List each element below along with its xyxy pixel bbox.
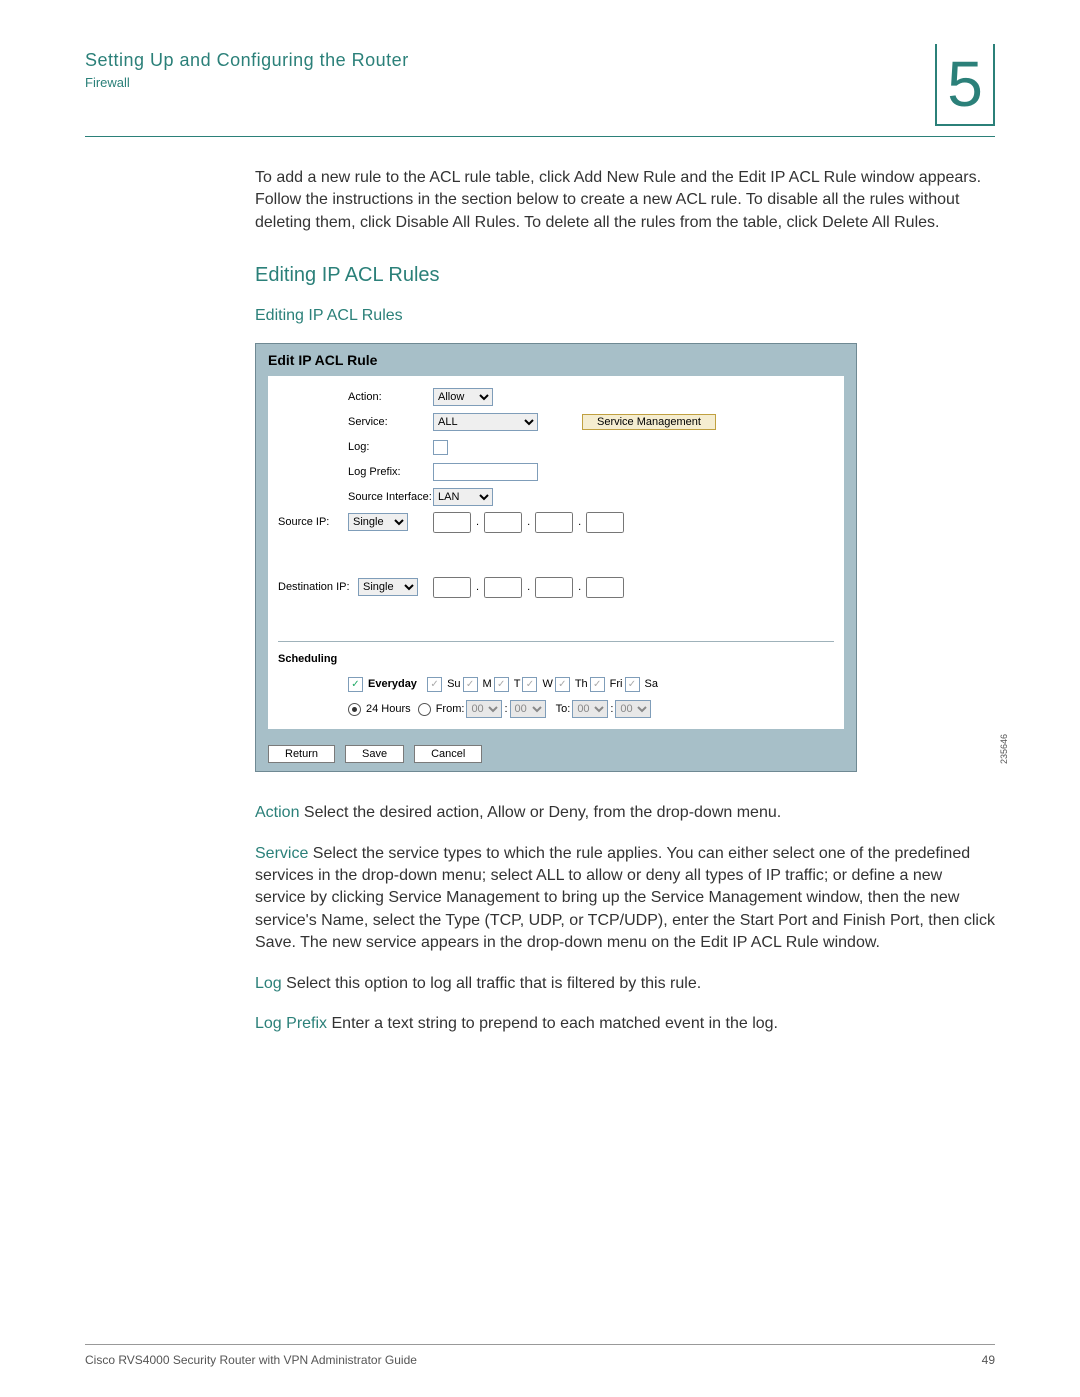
action-label: Action: [348, 391, 433, 403]
day-th-checkbox[interactable]: ✓ [555, 677, 570, 692]
source-ip-oct1[interactable] [433, 512, 471, 533]
header-rule [85, 136, 995, 137]
dest-ip-oct4[interactable] [586, 577, 624, 598]
edit-ip-acl-screenshot: Edit IP ACL Rule Action: Allow Servi [255, 343, 995, 772]
day-t-checkbox[interactable]: ✓ [494, 677, 509, 692]
section-heading: Editing IP ACL Rules [255, 264, 995, 287]
def-service: Service Select the service types to whic… [255, 843, 995, 955]
to-mm-select[interactable]: 00 [615, 700, 651, 718]
cancel-button[interactable]: Cancel [414, 745, 482, 763]
from-label: From: [436, 703, 465, 715]
source-ip-oct2[interactable] [484, 512, 522, 533]
intro-paragraph: To add a new rule to the ACL rule table,… [255, 167, 995, 234]
24hours-radio[interactable] [348, 703, 361, 716]
panel-title: Edit IP ACL Rule [256, 344, 856, 376]
day-m-checkbox[interactable]: ✓ [463, 677, 478, 692]
action-select[interactable]: Allow [433, 388, 493, 406]
header-title: Setting Up and Configuring the Router [85, 50, 935, 71]
figure-caption: Editing IP ACL Rules [255, 307, 995, 325]
source-ip-label: Source IP: [278, 516, 348, 528]
log-prefix-input[interactable] [433, 463, 538, 481]
to-label: To: [556, 703, 571, 715]
scheduling-label: Scheduling [278, 653, 337, 665]
return-button[interactable]: Return [268, 745, 335, 763]
day-sa-checkbox[interactable]: ✓ [625, 677, 640, 692]
day-w-checkbox[interactable]: ✓ [522, 677, 537, 692]
day-su-checkbox[interactable]: ✓ [427, 677, 442, 692]
from-radio[interactable] [418, 703, 431, 716]
everyday-checkbox[interactable]: ✓ [348, 677, 363, 692]
dest-ip-label: Destination IP: [278, 581, 358, 593]
to-hh-select[interactable]: 00 [572, 700, 608, 718]
log-label: Log: [348, 441, 433, 453]
24hours-label: 24 Hours [366, 703, 411, 715]
log-checkbox[interactable]: ✓ [433, 440, 448, 455]
day-fri-checkbox[interactable]: ✓ [590, 677, 605, 692]
def-action: Action Select the desired action, Allow … [255, 802, 995, 824]
everyday-label: Everyday [368, 678, 417, 690]
log-prefix-label: Log Prefix: [348, 466, 433, 478]
source-ip-oct3[interactable] [535, 512, 573, 533]
source-interface-label: Source Interface: [348, 491, 433, 503]
save-button[interactable]: Save [345, 745, 404, 763]
dest-ip-mode-select[interactable]: Single [358, 578, 418, 596]
header-subtitle: Firewall [85, 75, 935, 90]
from-hh-select[interactable]: 00 [466, 700, 502, 718]
def-log: Log Select this option to log all traffi… [255, 973, 995, 995]
dest-ip-oct1[interactable] [433, 577, 471, 598]
dest-ip-oct3[interactable] [535, 577, 573, 598]
footer-page-number: 49 [982, 1353, 995, 1367]
def-log-prefix: Log Prefix Enter a text string to prepen… [255, 1013, 995, 1035]
source-ip-mode-select[interactable]: Single [348, 513, 408, 531]
from-mm-select[interactable]: 00 [510, 700, 546, 718]
figure-id: 235646 [999, 734, 1009, 764]
source-ip-oct4[interactable] [586, 512, 624, 533]
service-select[interactable]: ALL [433, 413, 538, 431]
chapter-number: 5 [935, 44, 995, 126]
service-label: Service: [348, 416, 433, 428]
dest-ip-oct2[interactable] [484, 577, 522, 598]
source-interface-select[interactable]: LAN [433, 488, 493, 506]
service-management-button[interactable]: Service Management [582, 414, 716, 430]
footer-guide: Cisco RVS4000 Security Router with VPN A… [85, 1353, 417, 1367]
